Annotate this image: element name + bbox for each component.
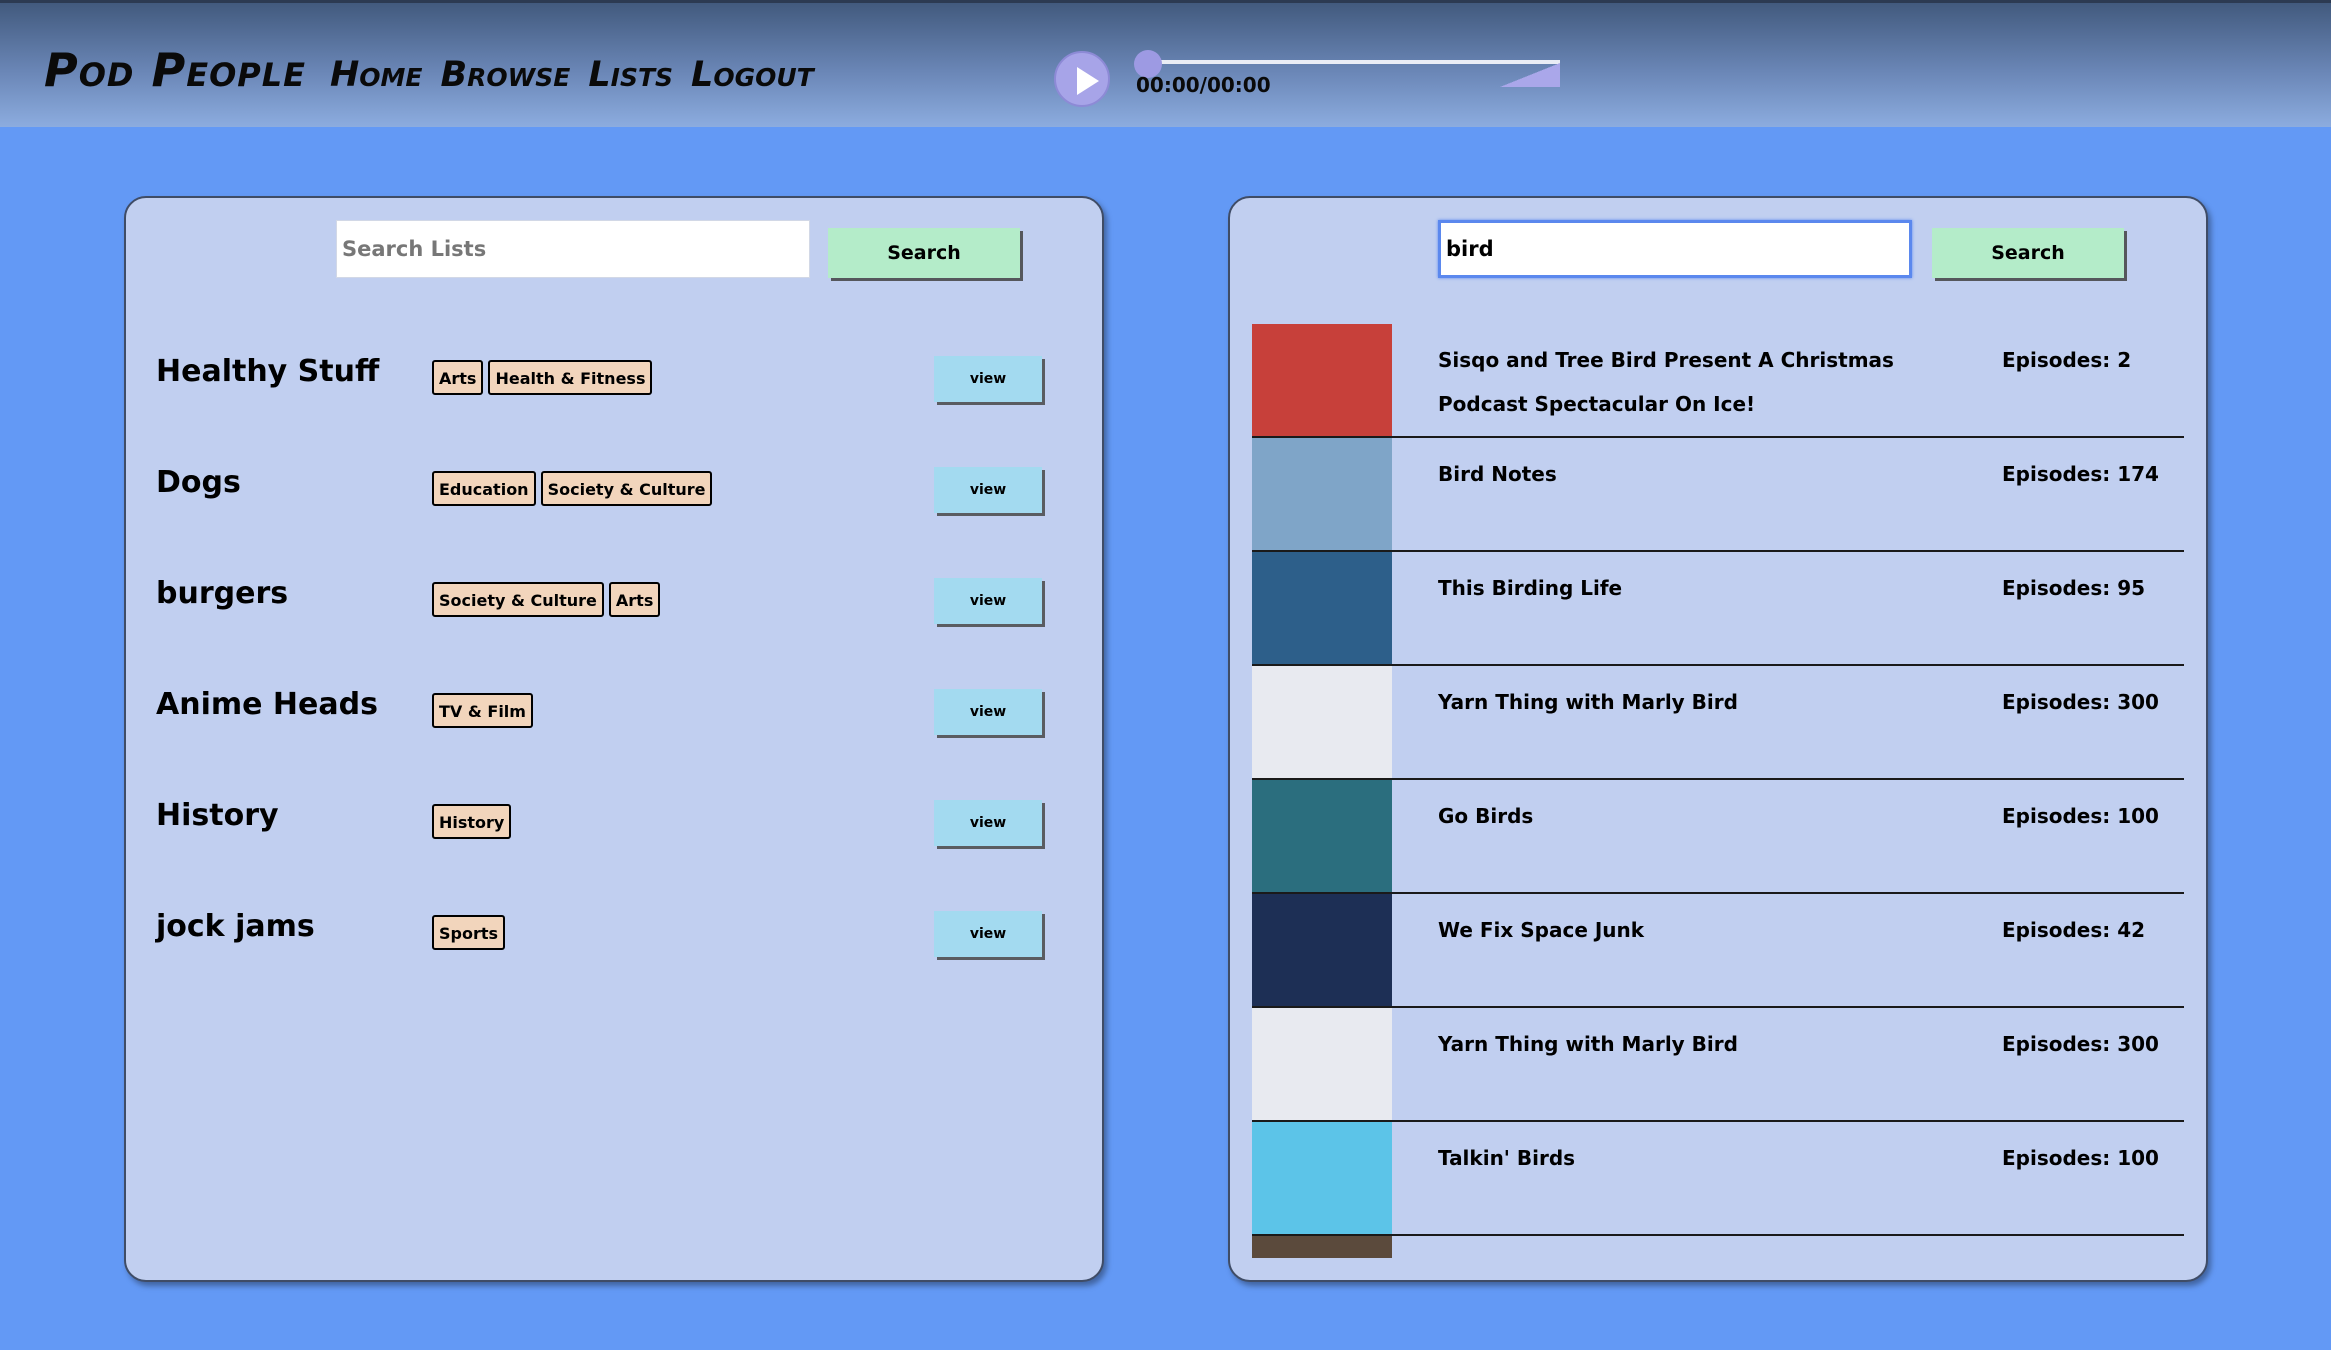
episode-count: Episodes: 174 (2002, 462, 2159, 486)
list-name: Dogs (156, 465, 241, 500)
view-list-button[interactable]: view (934, 800, 1042, 846)
episode-count: Episodes: 95 (2002, 576, 2146, 600)
episode-count: Episodes: 62 (2002, 1250, 2145, 1258)
category-tag: Health & Fitness (488, 360, 653, 395)
podcast-result-row[interactable]: Yarn Thing with Marly Bird Episodes: 300 (1252, 666, 2184, 780)
main-nav: Home Browse Lists Logout (330, 55, 814, 95)
podcast-title[interactable]: Bird Notes (1438, 452, 1958, 496)
podcast-result-row[interactable]: Yarn Thing with Marly Bird Episodes: 300 (1252, 1008, 2184, 1122)
podcast-title[interactable]: Go Birds (1438, 794, 1958, 838)
list-row: Dogs Education Society & Culture view (156, 459, 1076, 519)
list-row: burgers Society & Culture Arts view (156, 570, 1076, 630)
category-tag: Society & Culture (540, 471, 713, 506)
list-tags: Sports (432, 915, 506, 950)
search-results-list: Sisqo and Tree Bird Present A Christmas … (1252, 324, 2184, 1258)
episode-count: Episodes: 100 (2002, 804, 2159, 828)
podcast-result-row[interactable]: Bird Notes Episodes: 174 (1252, 438, 2184, 552)
nav-home-link[interactable]: Home (330, 55, 423, 95)
list-name: History (156, 798, 279, 833)
podcast-search-button[interactable]: Search (1932, 228, 2124, 278)
podcast-result-row[interactable]: Sisqo and Tree Bird Present A Christmas … (1252, 324, 2184, 438)
list-name: jock jams (156, 909, 315, 944)
podcast-title[interactable]: We Fix Space Junk (1438, 908, 1958, 952)
podcast-result-row[interactable]: We Fix Space Junk Episodes: 42 (1252, 894, 2184, 1008)
list-tags: TV & Film (432, 693, 533, 728)
podcast-result-row[interactable]: This Birding Life Episodes: 95 (1252, 552, 2184, 666)
episode-count: Episodes: 100 (2002, 1146, 2159, 1170)
play-button[interactable] (1054, 51, 1110, 107)
list-tags: History (432, 804, 512, 839)
birding-life-art[interactable] (1252, 552, 1392, 664)
list-name: Anime Heads (156, 687, 378, 722)
list-search-button[interactable]: Search (828, 228, 1020, 278)
category-tag: Arts (432, 360, 484, 395)
out-there-art[interactable] (1252, 1236, 1392, 1258)
podcast-title[interactable]: Talkin' Birds (1438, 1136, 1958, 1180)
list-row: Healthy Stuff Arts Health & Fitness view (156, 348, 1076, 408)
list-row: jock jams Sports view (156, 903, 1076, 963)
nav-logout-link[interactable]: Logout (691, 55, 814, 95)
category-tag: History (432, 804, 512, 839)
list-tags: Education Society & Culture (432, 471, 713, 506)
list-name: burgers (156, 576, 289, 611)
list-name: Healthy Stuff (156, 354, 380, 389)
brand-logo[interactable]: Pod People (44, 43, 306, 97)
category-tag: TV & Film (432, 693, 533, 728)
progress-slider[interactable] (1140, 60, 1560, 64)
nav-browse-link[interactable]: Browse (441, 55, 571, 95)
christmas-ice-art[interactable] (1252, 324, 1392, 436)
yarn-thing-art[interactable] (1252, 666, 1392, 778)
episode-count: Episodes: 2 (2002, 348, 2132, 372)
view-list-button[interactable]: view (934, 689, 1042, 735)
talkin-birds-art[interactable] (1252, 1122, 1392, 1234)
podcast-result-row[interactable]: Go Birds Episodes: 100 (1252, 780, 2184, 894)
category-tag: Education (432, 471, 536, 506)
podcast-title[interactable]: This Birding Life (1438, 566, 1958, 610)
podcast-result-row[interactable]: Talkin' Birds Episodes: 100 (1252, 1122, 2184, 1236)
category-tag: Sports (432, 915, 506, 950)
volume-slider[interactable] (1500, 63, 1560, 87)
list-tags: Arts Health & Fitness (432, 360, 653, 395)
podcast-title[interactable]: Sisqo and Tree Bird Present A Christmas … (1438, 338, 1958, 426)
episode-count: Episodes: 300 (2002, 690, 2159, 714)
view-list-button[interactable]: view (934, 578, 1042, 624)
episode-count: Episodes: 300 (2002, 1032, 2159, 1056)
podcast-title[interactable]: Out There With the Birds (1438, 1250, 1958, 1258)
podcast-search-input[interactable] (1438, 220, 1912, 278)
list-search-input[interactable] (336, 220, 810, 278)
podcast-title[interactable]: Yarn Thing with Marly Bird (1438, 680, 1958, 724)
top-nav-bar: Pod People Home Browse Lists Logout 00:0… (0, 0, 2331, 127)
podcast-result-row[interactable]: Out There With the Birds Episodes: 62 (1252, 1236, 2184, 1258)
nav-lists-link[interactable]: Lists (588, 55, 673, 95)
playback-time: 00:00/00:00 (1136, 73, 1271, 97)
podcast-title[interactable]: Yarn Thing with Marly Bird (1438, 1022, 1958, 1066)
space-junk-art[interactable] (1252, 894, 1392, 1006)
go-birds-art[interactable] (1252, 780, 1392, 892)
episode-count: Episodes: 42 (2002, 918, 2146, 942)
view-list-button[interactable]: view (934, 356, 1042, 402)
birdnotes-art[interactable] (1252, 438, 1392, 550)
list-tags: Society & Culture Arts (432, 582, 661, 617)
category-tag: Society & Culture (432, 582, 604, 617)
list-row: Anime Heads TV & Film view (156, 681, 1076, 741)
category-tag: Arts (608, 582, 661, 617)
podcast-search-panel: Search Sisqo and Tree Bird Present A Chr… (1228, 196, 2208, 1282)
view-list-button[interactable]: view (934, 467, 1042, 513)
view-list-button[interactable]: view (934, 911, 1042, 957)
yarn-thing-art[interactable] (1252, 1008, 1392, 1120)
lists-panel: Search Healthy StuffArtsHealth & Fitness… (124, 196, 1104, 1282)
list-row: History History view (156, 792, 1076, 852)
